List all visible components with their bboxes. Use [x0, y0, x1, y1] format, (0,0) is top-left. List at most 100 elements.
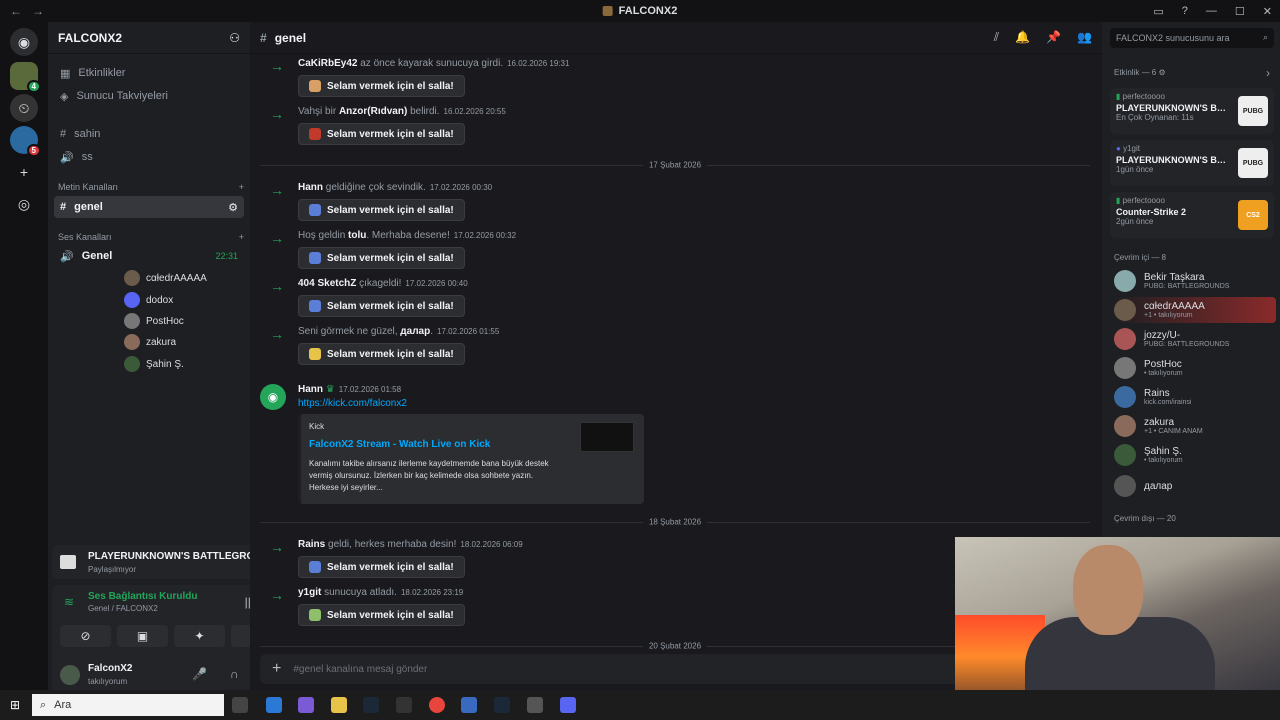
inbox-icon[interactable]: ▭ [1153, 5, 1163, 18]
username[interactable]: 404 SketchZ [298, 278, 356, 289]
settings-icon[interactable]: ⚙ [228, 201, 238, 214]
close-button[interactable]: ✕ [1263, 5, 1272, 18]
member-item[interactable]: Şahin Ş. • takılıyorum [1114, 442, 1276, 468]
help-icon[interactable]: ? [1182, 5, 1188, 18]
date-label: 18 Şubat 2026 [642, 517, 708, 527]
wave-button[interactable]: Selam vermek için el salla! [298, 556, 465, 578]
chrome-icon[interactable] [429, 697, 445, 713]
activities-button[interactable]: ✦ [174, 625, 225, 647]
wave-button[interactable]: Selam vermek için el salla! [298, 123, 465, 145]
pubg-logo-icon: PUBG [1238, 96, 1268, 126]
copilot-icon[interactable] [298, 697, 314, 713]
server-blue-icon[interactable]: 5 [10, 126, 41, 157]
activity-card[interactable]: ● y1git PLAYERUNKNOWN'S BAT... 1gün önce… [1110, 140, 1274, 186]
wave-button[interactable]: Selam vermek için el salla! [298, 604, 465, 626]
member-name: cαłedrΑΑΑΑΑ [1144, 301, 1205, 312]
wave-button[interactable]: Selam vermek için el salla! [298, 75, 465, 97]
speaker-icon: 🔊 [60, 250, 74, 263]
events-item[interactable]: ▦ Etkinlikler [54, 62, 244, 84]
forward-arrow-icon[interactable]: → [32, 4, 44, 18]
gear-icon[interactable]: ⚙ [1158, 68, 1165, 77]
activity-user: perfectoooo [1122, 92, 1165, 101]
message-text: sunucuya atladı. [321, 587, 397, 598]
voice-category[interactable]: Ses Kanalları + [58, 232, 244, 242]
activity-card[interactable]: ▮ perfectoooo Counter-Strike 2 2gün önce… [1110, 192, 1274, 238]
voice-channel-path: Genel / FALCONX2 [88, 604, 158, 613]
member-item[interactable]: zakura +1 • CANIM ANAM [1114, 413, 1276, 439]
channel-ss[interactable]: 🔊 ss [54, 146, 244, 168]
app-icon[interactable] [266, 697, 282, 713]
server-header[interactable]: FALCONX2 ⚇ [48, 22, 250, 54]
wave-button[interactable]: Selam vermek için el salla! [298, 343, 465, 365]
add-channel-icon[interactable]: + [239, 232, 244, 242]
invite-icon[interactable]: ⚇ [229, 31, 240, 45]
server-falconx2-icon[interactable]: 4 [10, 62, 41, 93]
member-name: zakura [1144, 417, 1175, 428]
steam-icon[interactable] [363, 697, 379, 713]
discover-icon[interactable]: ◎ [10, 190, 38, 218]
member-list-icon[interactable]: 👥 [1077, 30, 1092, 45]
discord-icon[interactable] [560, 697, 576, 713]
username[interactable]: CaKiRbEy42 [298, 58, 357, 69]
discord-avatar-icon[interactable]: ◉ [260, 384, 286, 410]
username[interactable]: y1git [298, 587, 321, 598]
minimize-button[interactable]: — [1206, 5, 1217, 18]
maximize-button[interactable]: ☐ [1235, 5, 1245, 18]
app-icon[interactable] [396, 697, 412, 713]
message-link[interactable]: https://kick.com/falconx2 [298, 398, 407, 409]
add-server-icon[interactable]: + [10, 158, 38, 186]
embed-thumbnail[interactable] [580, 422, 634, 452]
member-item[interactable]: Rains kick.com/irainsi [1114, 384, 1276, 410]
microphone-icon[interactable]: 🎤 [192, 667, 207, 681]
windows-start-icon[interactable]: ⊞ [10, 698, 20, 712]
username[interactable]: далар [400, 326, 430, 337]
wave-button[interactable]: Selam vermek için el salla! [298, 199, 465, 221]
add-attachment-icon[interactable]: + [272, 660, 281, 678]
screen-share-button[interactable]: ▣ [117, 625, 168, 647]
message-input[interactable]: + #genel kanalına mesaj gönder [260, 654, 960, 684]
member-item[interactable]: Bekir Taşkara PUBG: BATTLEGROUNDS [1114, 268, 1276, 294]
member-item[interactable]: далар [1114, 473, 1276, 499]
channel-label: sahin [74, 128, 101, 140]
chevron-right-icon[interactable]: › [1266, 66, 1270, 80]
bell-icon[interactable]: 🔔 [1015, 30, 1030, 45]
username[interactable]: Rains [298, 539, 325, 550]
category-label: Ses Kanalları [58, 232, 112, 242]
app-icon[interactable] [527, 697, 543, 713]
username[interactable]: tolu [348, 230, 366, 241]
username[interactable]: Hann [298, 384, 323, 395]
avatar [124, 292, 140, 308]
activity-header: Etkinlik — 6 ⚙ [1114, 68, 1166, 77]
username[interactable]: Anzor(Rıdvan) [339, 106, 407, 117]
text-category[interactable]: Metin Kanalları + [58, 182, 244, 192]
activity-card[interactable]: ▮ perfectoooo PLAYERUNKNOWN'S BAT... En … [1110, 88, 1274, 134]
server-timer-icon[interactable]: ⏲ [10, 94, 38, 122]
user-avatar[interactable] [60, 665, 80, 685]
member-item[interactable]: PostHoc • takılıyorum [1114, 355, 1276, 381]
search-icon: ⌕ [1262, 32, 1268, 42]
app-icon[interactable] [461, 697, 477, 713]
channel-sahin[interactable]: # sahin [54, 123, 244, 145]
username[interactable]: Hann [298, 182, 323, 193]
channel-genel[interactable]: # genel ⚙ [54, 196, 244, 218]
headphones-icon[interactable]: ∩ [230, 667, 239, 681]
camera-button[interactable]: ⊘ [60, 625, 111, 647]
wave-button[interactable]: Selam vermek için el salla! [298, 247, 465, 269]
member-item[interactable]: cαłedrΑΑΑΑΑ +1 • takılıyorum [1114, 297, 1276, 323]
wave-button[interactable]: Selam vermek için el salla! [298, 295, 465, 317]
threads-icon[interactable]: ⫽ [994, 30, 999, 45]
discord-home-icon[interactable]: ◉ [10, 28, 38, 56]
boosts-item[interactable]: ◈ Sunucu Takviyeleri [54, 85, 244, 107]
member-item[interactable]: jozzy/U- PUBG: BATTLEGROUNDS [1114, 326, 1276, 352]
voice-channel-genel[interactable]: 🔊 Genel 22:31 [54, 245, 244, 267]
user-status: takılıyorum [88, 677, 128, 686]
taskbar-search[interactable]: ⌕ Ara [32, 694, 224, 716]
add-channel-icon[interactable]: + [239, 182, 244, 192]
back-arrow-icon[interactable]: ← [10, 4, 22, 18]
server-search-input[interactable]: FALCONX2 sunucusunu ara ⌕ [1110, 28, 1274, 48]
steam-icon[interactable] [494, 697, 510, 713]
boost-icon: ◈ [60, 90, 69, 103]
pin-icon[interactable]: 📌 [1046, 30, 1061, 45]
file-explorer-icon[interactable] [331, 697, 347, 713]
task-view-icon[interactable] [232, 697, 248, 713]
